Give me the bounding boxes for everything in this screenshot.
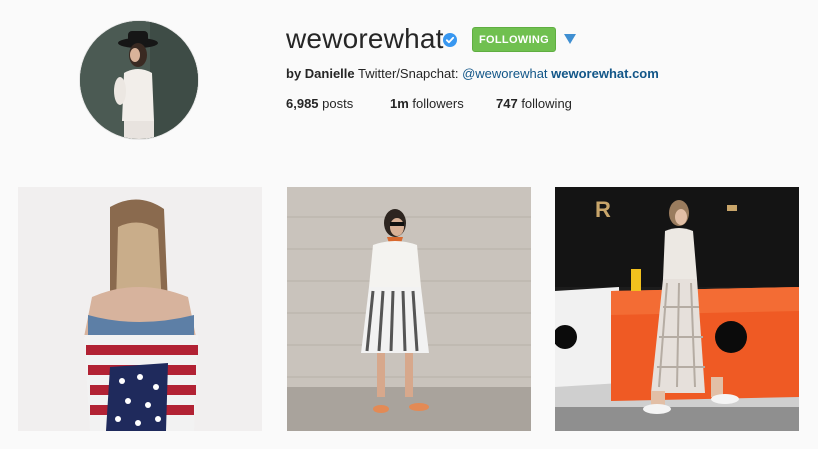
verified-badge-icon	[443, 33, 457, 47]
profile-avatar	[80, 21, 198, 139]
post-thumbnail-3[interactable]: R	[555, 187, 799, 431]
svg-text:R: R	[595, 197, 611, 222]
followers-stat[interactable]: 1m followers	[390, 96, 464, 112]
post-thumbnail-2[interactable]	[287, 187, 531, 431]
bio-website-link[interactable]: weworewhat.com	[551, 66, 659, 81]
followers-count: 1m	[390, 96, 409, 111]
bio-handle-link[interactable]: @weworewhat	[462, 66, 547, 81]
posts-stat: 6,985 posts	[286, 96, 353, 112]
bio-name: by Danielle	[286, 66, 355, 81]
bio-text: Twitter/Snapchat:	[354, 66, 463, 81]
posts-count: 6,985	[286, 96, 319, 111]
posts-label: posts	[318, 96, 354, 111]
username: weworewhat	[286, 23, 444, 54]
following-stat[interactable]: 747 following	[496, 96, 572, 112]
following-count: 747	[496, 96, 518, 111]
profile-bio: by Danielle Twitter/Snapchat: @weworewha…	[286, 66, 659, 82]
following-label: following	[517, 96, 572, 111]
following-button[interactable]: FOLLOWING	[472, 27, 556, 52]
dropdown-arrow-icon[interactable]	[564, 34, 576, 44]
followers-label: followers	[408, 96, 464, 111]
post-thumbnail-1[interactable]	[18, 187, 262, 431]
